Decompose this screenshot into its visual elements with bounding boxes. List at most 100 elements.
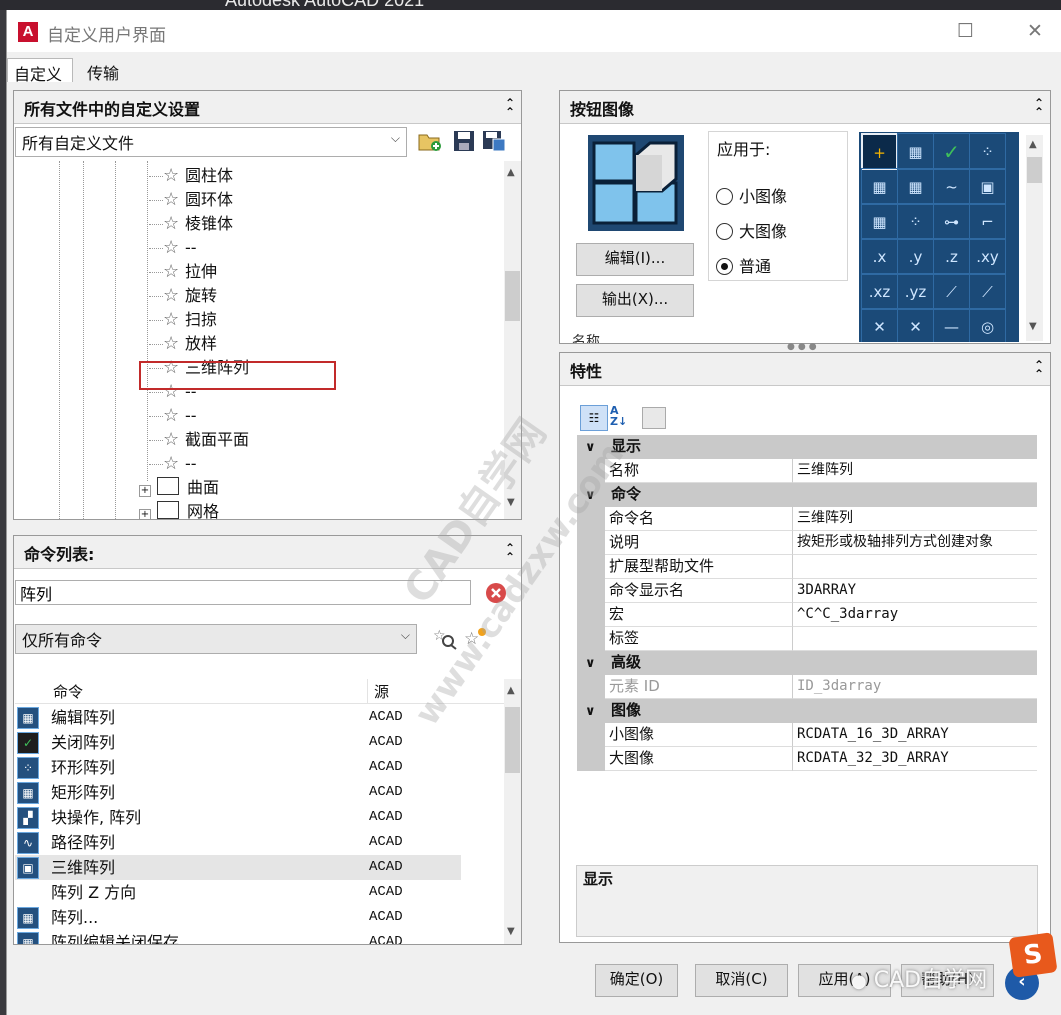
collapse-chevron-icon[interactable]: ∨ bbox=[585, 700, 596, 723]
grid-image-icon[interactable]: ⁘ bbox=[897, 203, 934, 240]
tab-customize[interactable]: 自定义 bbox=[7, 58, 73, 84]
ok-button[interactable]: 确定(O) bbox=[595, 964, 678, 997]
tree-item[interactable]: ☆ 放样 bbox=[149, 332, 217, 356]
property-value[interactable]: 3DARRAY bbox=[793, 579, 1037, 603]
tree-item[interactable]: ☆ 圆环体 bbox=[149, 188, 233, 212]
grid-image-icon[interactable]: ⊶ bbox=[933, 203, 970, 240]
collapse-icon[interactable]: ⌃ ⌃ bbox=[1034, 359, 1044, 380]
property-value[interactable]: ^C^C_3darray bbox=[793, 603, 1037, 627]
export-image-button[interactable]: 输出(X)... bbox=[576, 284, 694, 317]
property-value[interactable]: 三维阵列 bbox=[793, 459, 1037, 483]
sort-alpha-icon[interactable]: A Z↓ bbox=[610, 405, 632, 431]
grid-image-icon[interactable]: ▦ bbox=[861, 203, 898, 240]
tree-item[interactable]: + 曲面 bbox=[139, 476, 219, 500]
property-category[interactable]: ∨ 显示 bbox=[577, 435, 1037, 459]
grid-image-icon[interactable]: ⟋ bbox=[969, 273, 1006, 310]
grid-image-icon[interactable]: .xy bbox=[969, 238, 1006, 275]
tree-item[interactable]: ☆ 旋转 bbox=[149, 284, 217, 308]
property-value[interactable]: RCDATA_16_3D_ARRAY bbox=[793, 723, 1037, 747]
grid-image-icon[interactable]: ▦ bbox=[897, 133, 934, 170]
tree-item[interactable]: ☆ 扫掠 bbox=[149, 308, 217, 332]
radio-normal-image[interactable]: 普通 bbox=[716, 253, 771, 277]
grid-image-icon[interactable]: ▣ bbox=[969, 168, 1006, 205]
property-value[interactable] bbox=[793, 627, 1037, 651]
grid-image-icon[interactable]: + bbox=[861, 133, 898, 170]
collapse-icon[interactable]: ⌃ ⌃ bbox=[1034, 97, 1044, 118]
command-row[interactable]: ⁘ 环形阵列 ACAD bbox=[15, 755, 461, 780]
grid-image-icon[interactable]: ✕ bbox=[861, 308, 898, 342]
tree-item[interactable]: ☆ -- bbox=[149, 452, 197, 476]
property-category[interactable]: ∨ 命令 bbox=[577, 483, 1037, 507]
property-value[interactable]: ID_3darray bbox=[793, 675, 1037, 699]
grid-image-icon[interactable]: ⌐ bbox=[969, 203, 1006, 240]
grid-image-icon[interactable]: ✓ bbox=[933, 133, 970, 170]
save-icon[interactable] bbox=[452, 129, 476, 153]
customization-file-select[interactable]: 所有自定义文件 ⌵ bbox=[15, 127, 407, 157]
grid-image-icon[interactable]: ⟋ bbox=[933, 273, 970, 310]
scroll-thumb[interactable] bbox=[505, 271, 520, 321]
tree-item[interactable]: + 网格 bbox=[139, 500, 219, 519]
tree-item[interactable]: ☆ -- bbox=[149, 404, 197, 428]
scroll-up-icon[interactable]: ▲ bbox=[507, 167, 515, 178]
property-category[interactable]: ∨ 图像 bbox=[577, 699, 1037, 723]
expand-icon[interactable]: + bbox=[139, 509, 151, 519]
grid-image-icon[interactable]: .x bbox=[861, 238, 898, 275]
grid-image-icon[interactable]: — bbox=[933, 308, 970, 342]
scroll-up-icon[interactable]: ▲ bbox=[1029, 139, 1037, 150]
edit-image-button[interactable]: 编辑(I)... bbox=[576, 243, 694, 276]
grid-image-icon[interactable]: ◎ bbox=[969, 308, 1006, 342]
cancel-button[interactable]: 取消(C) bbox=[695, 964, 788, 997]
scroll-down-icon[interactable]: ▼ bbox=[1029, 321, 1037, 332]
grid-image-icon[interactable]: .yz bbox=[897, 273, 934, 310]
grid-image-icon[interactable]: ~ bbox=[933, 168, 970, 205]
radio-large-image[interactable]: 大图像 bbox=[716, 218, 787, 242]
command-row[interactable]: ▦ 阵列编辑关闭保存 ACAD bbox=[15, 930, 461, 944]
grid-image-icon[interactable]: ⁘ bbox=[969, 133, 1006, 170]
command-row[interactable]: ✓ 关闭阵列 ACAD bbox=[15, 730, 461, 755]
tree-item[interactable]: ☆ 拉伸 bbox=[149, 260, 217, 284]
tree-item[interactable]: ☆ -- bbox=[149, 236, 197, 260]
command-filter-select[interactable]: 仅所有命令 ⌵ bbox=[15, 624, 417, 654]
categorized-view-icon[interactable]: ☷ bbox=[580, 405, 608, 431]
collapse-chevron-icon[interactable]: ∨ bbox=[585, 652, 596, 675]
command-row[interactable]: ▦ 编辑阵列 ACAD bbox=[15, 705, 461, 730]
command-row[interactable]: ▦ 矩形阵列 ACAD bbox=[15, 780, 461, 805]
grid-image-icon[interactable]: .y bbox=[897, 238, 934, 275]
tree-item[interactable]: ☆ 圆柱体 bbox=[149, 164, 233, 188]
command-row[interactable]: ▞ 块操作, 阵列 ACAD bbox=[15, 805, 461, 830]
property-value[interactable] bbox=[793, 555, 1037, 579]
scroll-down-icon[interactable]: ▼ bbox=[507, 926, 515, 937]
grid-image-icon[interactable]: ▦ bbox=[897, 168, 934, 205]
scroll-up-icon[interactable]: ▲ bbox=[507, 685, 515, 696]
command-scrollbar[interactable]: ▲ ▼ bbox=[504, 679, 521, 944]
splitter-grip-icon[interactable]: ●●● bbox=[787, 342, 820, 352]
radio-small-image[interactable]: 小图像 bbox=[716, 183, 787, 207]
collapse-icon[interactable]: ⌃ ⌃ bbox=[505, 97, 515, 118]
property-value[interactable]: 按矩形或极轴排列方式创建对象 bbox=[793, 531, 1037, 555]
command-row[interactable]: ∿ 路径阵列 ACAD bbox=[15, 830, 461, 855]
grid-image-icon[interactable]: .xz bbox=[861, 273, 898, 310]
property-category[interactable]: ∨ 高级 bbox=[577, 651, 1037, 675]
save-as-icon[interactable] bbox=[481, 129, 507, 153]
tab-transfer[interactable]: 传输 bbox=[81, 58, 143, 83]
grid-image-icon[interactable]: ✕ bbox=[897, 308, 934, 342]
command-row[interactable]: 阵列 Z 方向 ACAD bbox=[15, 880, 461, 905]
command-row[interactable]: ▣ 三维阵列 ACAD bbox=[15, 855, 461, 880]
tree-item[interactable]: ☆ 棱锥体 bbox=[149, 212, 233, 236]
property-value[interactable]: 三维阵列 bbox=[793, 507, 1037, 531]
open-file-icon[interactable] bbox=[417, 129, 443, 153]
scroll-thumb[interactable] bbox=[1027, 157, 1042, 183]
expand-icon[interactable]: + bbox=[139, 485, 151, 497]
command-row[interactable]: ▦ 阵列... ACAD bbox=[15, 905, 461, 930]
property-value[interactable]: RCDATA_32_3D_ARRAY bbox=[793, 747, 1037, 771]
column-source[interactable]: 源 bbox=[367, 679, 395, 704]
scroll-thumb[interactable] bbox=[505, 707, 520, 773]
tree-item[interactable]: ☆ 截面平面 bbox=[149, 428, 249, 452]
grid-image-icon[interactable]: ▦ bbox=[861, 168, 898, 205]
maximize-button[interactable]: ☐ bbox=[957, 20, 974, 42]
column-command[interactable]: 命令 bbox=[53, 681, 83, 702]
close-button[interactable]: ✕ bbox=[1027, 20, 1043, 42]
property-pages-icon[interactable] bbox=[642, 407, 666, 429]
image-grid-scrollbar[interactable]: ▲ ▼ bbox=[1026, 135, 1043, 341]
grid-image-icon[interactable]: .z bbox=[933, 238, 970, 275]
